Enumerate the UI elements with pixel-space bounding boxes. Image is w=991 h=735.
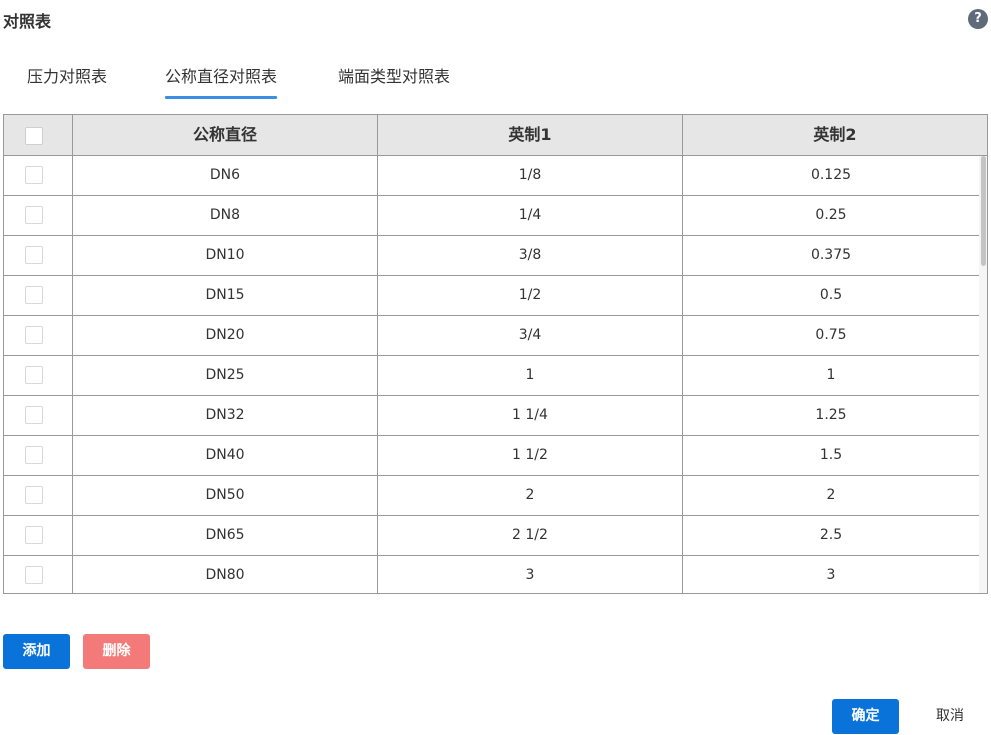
cell-inch2[interactable]: 2 bbox=[682, 476, 979, 515]
row-checkbox[interactable] bbox=[25, 446, 43, 464]
cell-inch1[interactable]: 1 1/2 bbox=[377, 436, 682, 475]
add-button[interactable]: 添加 bbox=[3, 634, 70, 669]
cell-inch1[interactable]: 1/4 bbox=[377, 196, 682, 235]
table-row[interactable]: DN8 1/4 0.25 bbox=[4, 196, 979, 236]
tab-nominal-diameter[interactable]: 公称直径对照表 bbox=[165, 63, 278, 99]
cell-inch1[interactable]: 2 1/2 bbox=[377, 516, 682, 555]
delete-button[interactable]: 删除 bbox=[83, 634, 150, 669]
data-table: 公称直径 英制1 英制2 DN6 1/8 0.125 DN8 1/4 0.25 DN10 3/… bbox=[3, 114, 988, 594]
cell-inch2[interactable]: 0.75 bbox=[682, 316, 979, 355]
cell-inch2[interactable]: 3 bbox=[682, 556, 979, 593]
header-inch1[interactable]: 英制1 bbox=[377, 115, 682, 155]
table-row[interactable]: DN80 3 3 bbox=[4, 556, 979, 593]
tab-end-face-type[interactable]: 端面类型对照表 bbox=[338, 63, 450, 97]
confirm-button[interactable]: 确定 bbox=[832, 699, 899, 734]
row-select-cell bbox=[4, 276, 72, 315]
table-body: DN6 1/8 0.125 DN8 1/4 0.25 DN10 3/8 0.375 DN15 1/2… bbox=[4, 156, 979, 593]
dialog-title: 对照表 bbox=[3, 12, 52, 31]
row-select-cell bbox=[4, 556, 72, 593]
row-checkbox[interactable] bbox=[25, 366, 43, 384]
cell-inch2[interactable]: 0.375 bbox=[682, 236, 979, 275]
row-checkbox[interactable] bbox=[25, 166, 43, 184]
row-checkbox[interactable] bbox=[25, 326, 43, 344]
row-select-cell bbox=[4, 476, 72, 515]
scrollbar-thumb[interactable] bbox=[981, 156, 986, 266]
cell-inch1[interactable]: 3 bbox=[377, 556, 682, 593]
table-row[interactable]: DN6 1/8 0.125 bbox=[4, 156, 979, 196]
cell-inch2[interactable]: 2.5 bbox=[682, 516, 979, 555]
cell-inch2[interactable]: 1.25 bbox=[682, 396, 979, 435]
cell-nominal-diameter[interactable]: DN25 bbox=[72, 356, 377, 395]
cancel-button[interactable]: 取消 bbox=[915, 699, 985, 734]
table-row[interactable]: DN65 2 1/2 2.5 bbox=[4, 516, 979, 556]
cell-nominal-diameter[interactable]: DN20 bbox=[72, 316, 377, 355]
row-select-cell bbox=[4, 396, 72, 435]
row-checkbox[interactable] bbox=[25, 406, 43, 424]
cell-inch1[interactable]: 3/8 bbox=[377, 236, 682, 275]
table-row[interactable]: DN20 3/4 0.75 bbox=[4, 316, 979, 356]
header-select-all bbox=[4, 115, 72, 155]
cell-inch1[interactable]: 1/2 bbox=[377, 276, 682, 315]
cell-nominal-diameter[interactable]: DN65 bbox=[72, 516, 377, 555]
cell-inch2[interactable]: 1.5 bbox=[682, 436, 979, 475]
row-checkbox[interactable] bbox=[25, 246, 43, 264]
row-select-cell bbox=[4, 196, 72, 235]
row-checkbox[interactable] bbox=[25, 486, 43, 504]
cell-inch1[interactable]: 2 bbox=[377, 476, 682, 515]
tab-pressure[interactable]: 压力对照表 bbox=[27, 63, 107, 97]
cell-nominal-diameter[interactable]: DN32 bbox=[72, 396, 377, 435]
tab-bar: 压力对照表 公称直径对照表 端面类型对照表 bbox=[0, 55, 991, 99]
row-checkbox[interactable] bbox=[25, 526, 43, 544]
header-nominal-diameter[interactable]: 公称直径 bbox=[72, 115, 377, 155]
cell-nominal-diameter[interactable]: DN40 bbox=[72, 436, 377, 475]
cell-nominal-diameter[interactable]: DN50 bbox=[72, 476, 377, 515]
table-row[interactable]: DN15 1/2 0.5 bbox=[4, 276, 979, 316]
table-row[interactable]: DN32 1 1/4 1.25 bbox=[4, 396, 979, 436]
row-select-cell bbox=[4, 516, 72, 555]
header-inch2[interactable]: 英制2 bbox=[682, 115, 987, 155]
cell-inch1[interactable]: 1 1/4 bbox=[377, 396, 682, 435]
table-row[interactable]: DN40 1 1/2 1.5 bbox=[4, 436, 979, 476]
cell-nominal-diameter[interactable]: DN10 bbox=[72, 236, 377, 275]
row-checkbox[interactable] bbox=[25, 566, 43, 584]
row-checkbox[interactable] bbox=[25, 206, 43, 224]
cell-inch2[interactable]: 1 bbox=[682, 356, 979, 395]
table-scrollbar[interactable] bbox=[979, 156, 987, 593]
row-select-cell bbox=[4, 236, 72, 275]
cell-inch2[interactable]: 0.25 bbox=[682, 196, 979, 235]
help-icon[interactable]: ? bbox=[968, 9, 988, 29]
row-select-cell bbox=[4, 356, 72, 395]
cell-nominal-diameter[interactable]: DN15 bbox=[72, 276, 377, 315]
cell-nominal-diameter[interactable]: DN6 bbox=[72, 156, 377, 195]
cell-inch1[interactable]: 1/8 bbox=[377, 156, 682, 195]
row-select-cell bbox=[4, 316, 72, 355]
row-checkbox[interactable] bbox=[25, 286, 43, 304]
table-row[interactable]: DN10 3/8 0.375 bbox=[4, 236, 979, 276]
row-select-cell bbox=[4, 436, 72, 475]
select-all-checkbox[interactable] bbox=[25, 126, 43, 145]
cell-inch2[interactable]: 0.5 bbox=[682, 276, 979, 315]
cell-inch2[interactable]: 0.125 bbox=[682, 156, 979, 195]
table-header: 公称直径 英制1 英制2 bbox=[4, 115, 987, 156]
cell-nominal-diameter[interactable]: DN8 bbox=[72, 196, 377, 235]
table-row[interactable]: DN50 2 2 bbox=[4, 476, 979, 516]
table-row[interactable]: DN25 1 1 bbox=[4, 356, 979, 396]
cell-nominal-diameter[interactable]: DN80 bbox=[72, 556, 377, 593]
cell-inch1[interactable]: 1 bbox=[377, 356, 682, 395]
row-select-cell bbox=[4, 156, 72, 195]
cell-inch1[interactable]: 3/4 bbox=[377, 316, 682, 355]
